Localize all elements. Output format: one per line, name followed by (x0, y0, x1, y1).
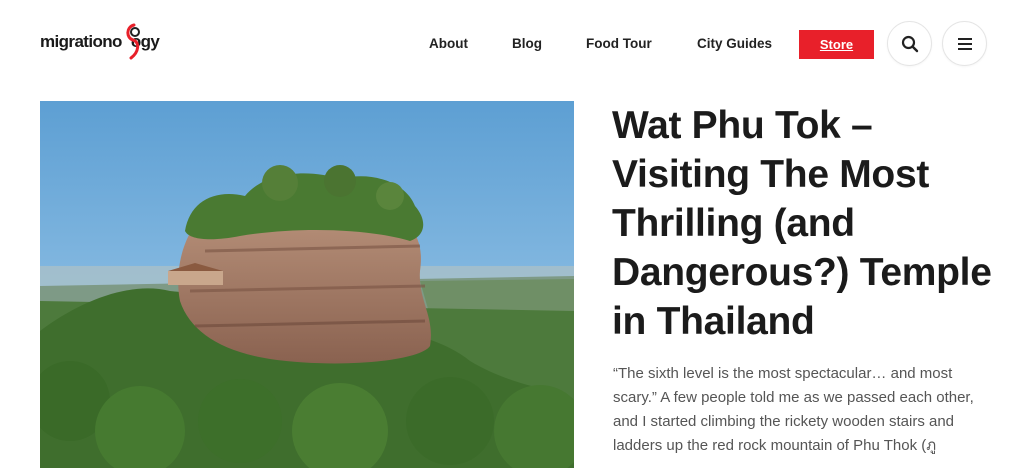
featured-image[interactable] (40, 101, 574, 468)
article-excerpt: “The sixth level is the most spectacular… (613, 365, 974, 454)
store-button[interactable]: Store (799, 30, 874, 59)
search-button[interactable] (887, 21, 932, 66)
nav-item-blog[interactable]: Blog (512, 36, 542, 51)
article-title[interactable]: Wat Phu Tok – Visiting The Most Thrillin… (612, 101, 992, 346)
site-header: migrationo ogy About Blog Food Tour City … (0, 0, 1024, 90)
nav-item-about[interactable]: About (429, 36, 468, 51)
site-logo[interactable]: migrationo ogy (40, 22, 160, 62)
search-icon (901, 35, 918, 52)
nav-item-food-tour[interactable]: Food Tour (586, 36, 652, 51)
hamburger-menu-icon (957, 37, 972, 50)
logo-text-left: migrationo (40, 32, 122, 51)
nav-item-city-guides[interactable]: City Guides (697, 36, 772, 51)
temple-mountain-photo (40, 101, 574, 468)
logo-swirl-icon (126, 23, 140, 60)
menu-button[interactable] (942, 21, 987, 66)
